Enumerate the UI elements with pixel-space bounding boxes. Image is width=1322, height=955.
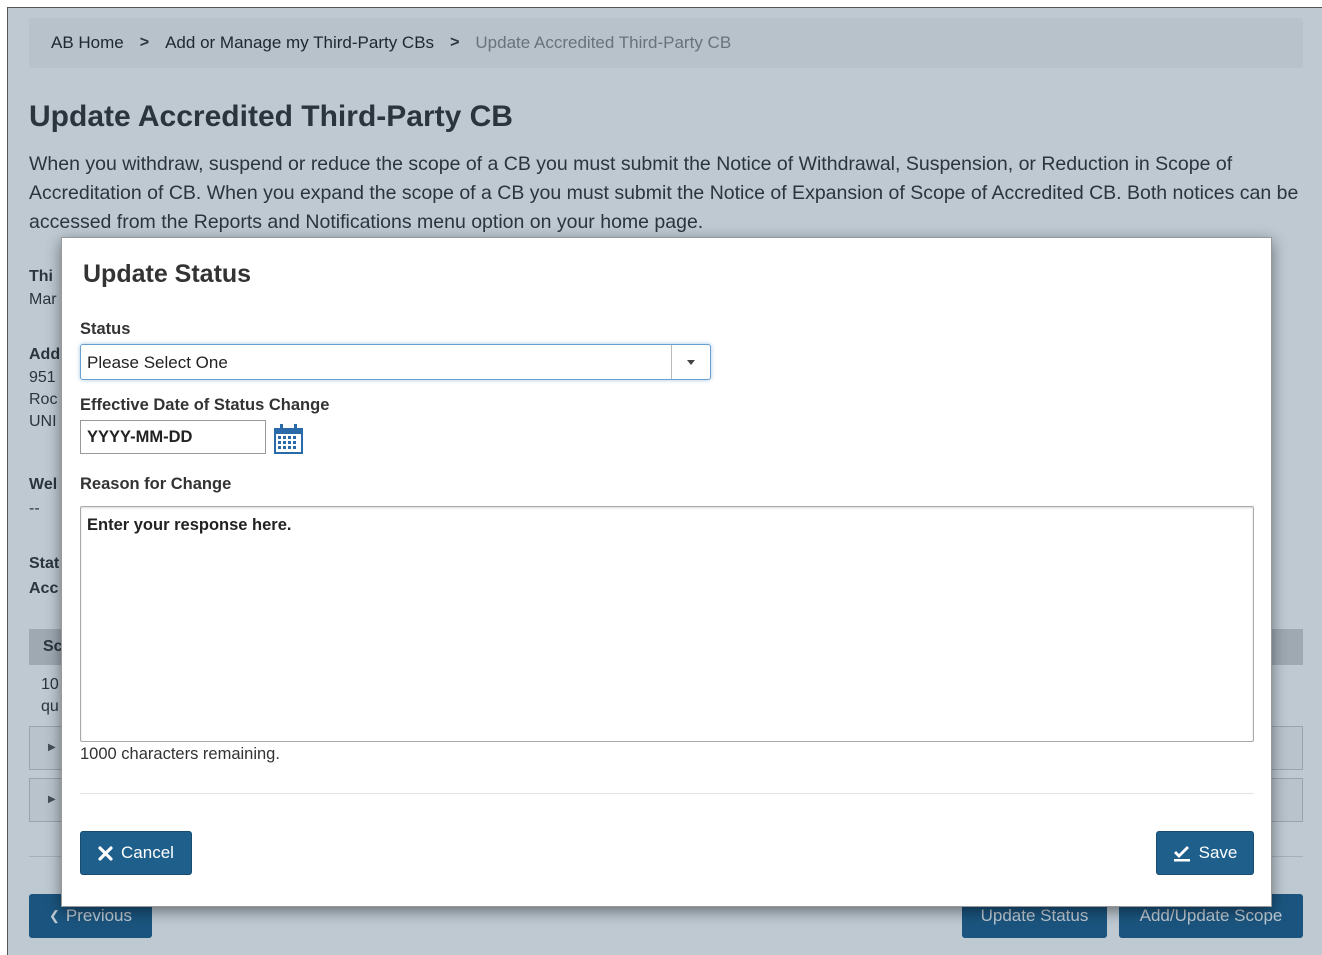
effective-date-label: Effective Date of Status Change (80, 396, 330, 414)
page-frame: AB Home > Add or Manage my Third-Party C… (8, 8, 1322, 955)
effective-date-input[interactable]: YYYY-MM-DD (80, 420, 266, 454)
status-select[interactable]: Please Select One (80, 344, 711, 380)
calendar-icon[interactable] (273, 423, 304, 455)
reason-label: Reason for Change (80, 475, 232, 493)
cancel-button[interactable]: Cancel (80, 831, 192, 875)
status-label: Status (80, 320, 131, 338)
update-status-modal: Update Status Status Please Select One E… (61, 237, 1272, 907)
characters-remaining: 1000 characters remaining. (80, 745, 280, 763)
caret-down-icon[interactable] (671, 345, 710, 379)
modal-divider (80, 793, 1254, 794)
modal-title: Update Status (83, 260, 252, 288)
reason-textarea[interactable]: Enter your response here. (80, 506, 1254, 742)
status-select-value: Please Select One (87, 353, 228, 372)
check-underline-icon (1173, 845, 1191, 862)
close-icon (98, 845, 113, 861)
save-button[interactable]: Save (1156, 831, 1254, 875)
